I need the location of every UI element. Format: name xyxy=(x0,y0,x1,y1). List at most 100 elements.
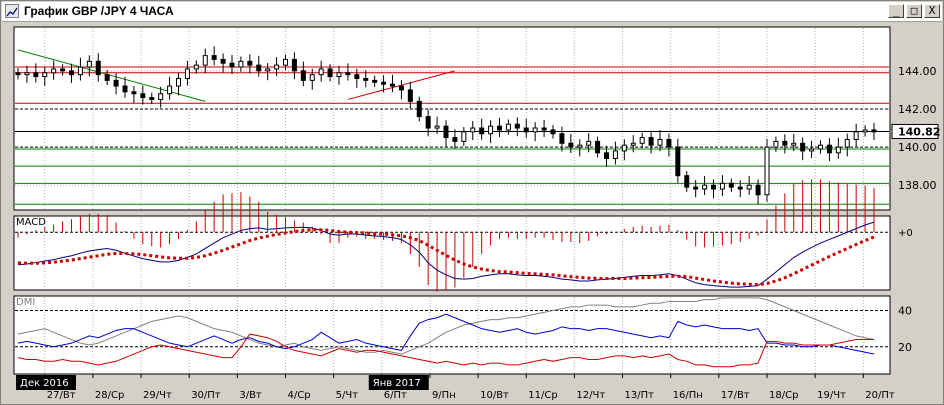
candle-body[interactable] xyxy=(844,138,850,148)
candle-body[interactable] xyxy=(755,184,761,196)
title-bar[interactable]: График GBP /JPY 4 ЧАСА _ □ X xyxy=(2,2,942,22)
macd-panel[interactable] xyxy=(13,215,891,291)
candle-body[interactable] xyxy=(586,140,592,146)
candle-body[interactable] xyxy=(862,129,868,133)
candle-body[interactable] xyxy=(514,123,520,129)
candle-body[interactable] xyxy=(604,152,609,160)
candle-body[interactable] xyxy=(158,93,164,100)
candle-body[interactable] xyxy=(853,131,859,140)
candle-body[interactable] xyxy=(764,146,770,196)
candle-body[interactable] xyxy=(309,74,315,81)
candle-body[interactable] xyxy=(648,137,654,146)
candle-body[interactable] xyxy=(621,144,627,152)
candle-body[interactable] xyxy=(737,186,743,190)
candle-body[interactable] xyxy=(657,138,663,146)
candle-body[interactable] xyxy=(630,142,636,146)
candle-body[interactable] xyxy=(104,74,110,81)
candle-body[interactable] xyxy=(15,72,21,76)
candle-body[interactable] xyxy=(809,148,815,152)
candle-body[interactable] xyxy=(791,142,797,146)
candle-body[interactable] xyxy=(300,70,306,81)
candle-body[interactable] xyxy=(336,72,342,78)
candle-body[interactable] xyxy=(773,140,779,148)
maximize-button[interactable]: □ xyxy=(906,4,922,18)
candle-body[interactable] xyxy=(113,79,119,87)
candle-body[interactable] xyxy=(291,58,297,72)
candle-body[interactable] xyxy=(327,68,333,78)
candle-body[interactable] xyxy=(550,129,556,135)
candle-body[interactable] xyxy=(149,97,155,100)
candle-body[interactable] xyxy=(826,144,832,154)
candle-body[interactable] xyxy=(33,72,39,78)
candle-body[interactable] xyxy=(140,93,146,99)
candle-body[interactable] xyxy=(835,146,841,154)
candle-body[interactable] xyxy=(559,133,565,144)
candle-body[interactable] xyxy=(184,68,190,79)
candle-body[interactable] xyxy=(532,127,538,133)
candle-body[interactable] xyxy=(818,144,823,150)
candle-body[interactable] xyxy=(69,70,74,76)
candle-body[interactable] xyxy=(479,127,485,135)
price-panel[interactable] xyxy=(13,26,891,211)
candle-body[interactable] xyxy=(42,72,48,78)
candle-body[interactable] xyxy=(505,123,511,131)
candle-body[interactable] xyxy=(176,77,181,87)
candle-body[interactable] xyxy=(416,100,422,118)
candle-body[interactable] xyxy=(247,60,253,66)
candle-body[interactable] xyxy=(265,68,271,72)
candle-body[interactable] xyxy=(675,146,681,177)
candle-body[interactable] xyxy=(86,60,92,68)
candle-body[interactable] xyxy=(693,186,699,190)
candle-body[interactable] xyxy=(345,72,351,76)
candle-body[interactable] xyxy=(702,184,708,190)
candle-body[interactable] xyxy=(238,60,244,68)
candle-body[interactable] xyxy=(800,142,806,152)
candle-body[interactable] xyxy=(577,144,583,148)
candle-body[interactable] xyxy=(541,127,547,131)
candle-body[interactable] xyxy=(425,116,431,129)
candle-body[interactable] xyxy=(372,79,378,83)
candle-body[interactable] xyxy=(24,72,30,76)
candle-body[interactable] xyxy=(77,66,83,76)
candle-body[interactable] xyxy=(398,85,404,91)
candle-body[interactable] xyxy=(568,142,574,148)
candle-body[interactable] xyxy=(523,127,529,133)
candle-body[interactable] xyxy=(95,60,101,76)
candle-body[interactable] xyxy=(363,77,369,81)
candle-body[interactable] xyxy=(131,91,137,95)
candle-body[interactable] xyxy=(381,81,387,85)
candle-body[interactable] xyxy=(229,62,235,68)
candle-body[interactable] xyxy=(719,182,725,190)
candle-body[interactable] xyxy=(461,131,467,142)
chart-area[interactable]: 138.00 140.00 142.00 144.00 140.82 MACD +0 DMI 2… xyxy=(2,22,942,404)
candle-body[interactable] xyxy=(595,140,601,154)
candle-body[interactable] xyxy=(497,125,502,131)
candle-body[interactable] xyxy=(220,58,226,64)
candle-body[interactable] xyxy=(202,55,208,66)
minimize-button[interactable]: _ xyxy=(888,4,904,18)
candle-body[interactable] xyxy=(871,129,877,133)
candle-body[interactable] xyxy=(443,125,449,139)
candle-body[interactable] xyxy=(274,64,280,70)
candle-body[interactable] xyxy=(434,125,440,129)
candle-body[interactable] xyxy=(354,74,360,79)
candle-body[interactable] xyxy=(60,68,66,72)
candle-body[interactable] xyxy=(167,85,173,95)
candle-body[interactable] xyxy=(390,83,395,87)
candle-body[interactable] xyxy=(470,127,476,133)
candle-body[interactable] xyxy=(746,184,752,190)
candle-body[interactable] xyxy=(211,55,217,60)
candle-body[interactable] xyxy=(728,182,734,188)
candle-body[interactable] xyxy=(407,89,413,102)
candle-body[interactable] xyxy=(782,140,788,146)
candle-body[interactable] xyxy=(318,68,324,76)
candle-body[interactable] xyxy=(488,125,494,135)
close-button[interactable]: X xyxy=(924,4,940,18)
candle-body[interactable] xyxy=(452,137,458,142)
candle-body[interactable] xyxy=(256,64,262,72)
candle-body[interactable] xyxy=(711,184,716,190)
candle-body[interactable] xyxy=(666,138,672,148)
candle-body[interactable] xyxy=(51,68,57,74)
candle-body[interactable] xyxy=(684,175,690,188)
candle-body[interactable] xyxy=(122,85,128,93)
